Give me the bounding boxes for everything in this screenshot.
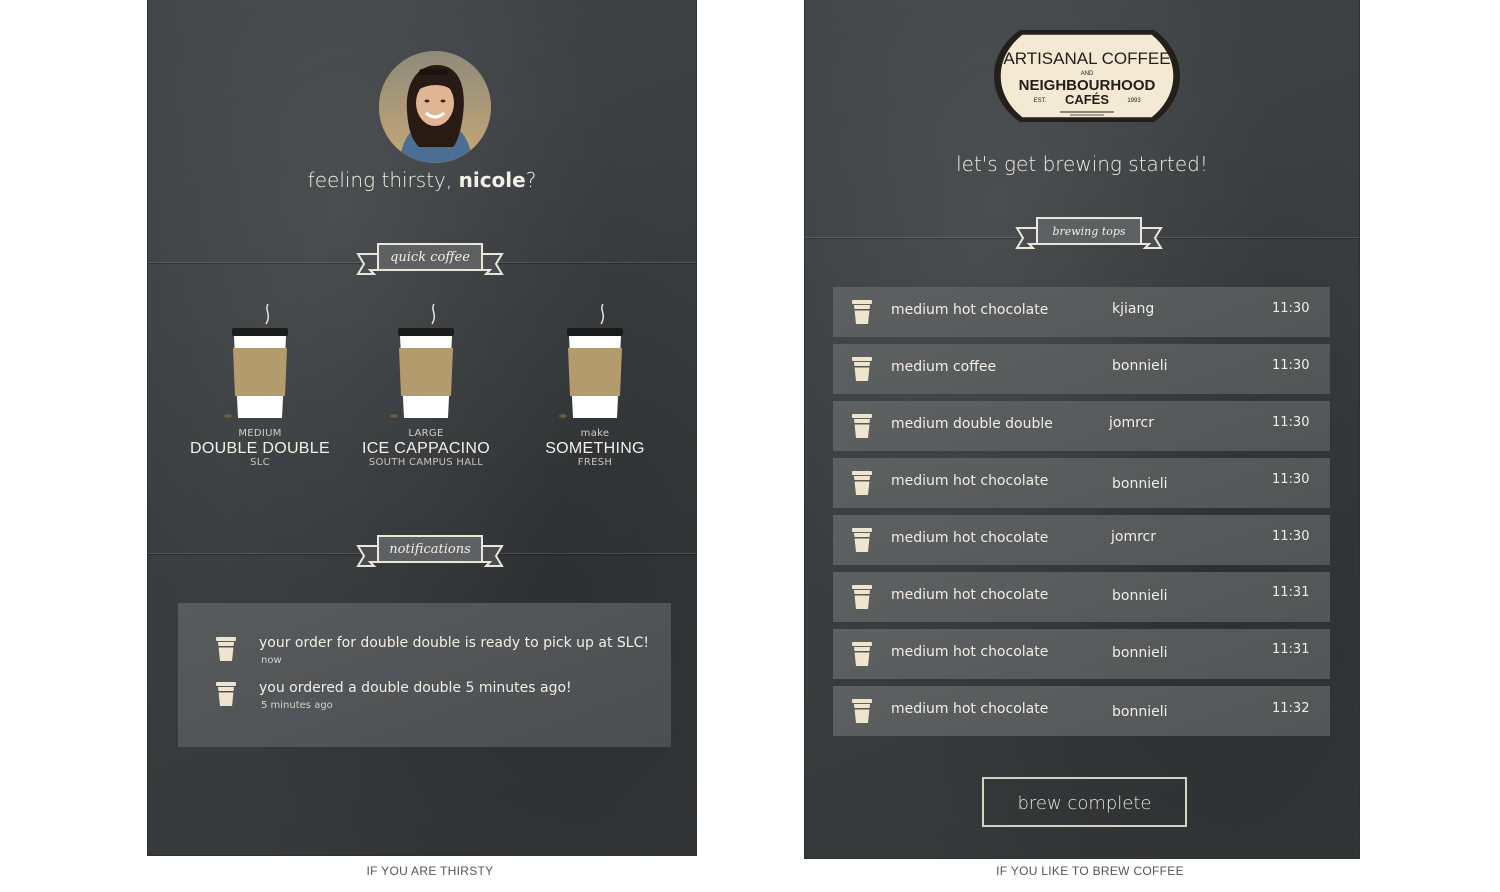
order-user: bonnieli [1112,704,1168,720]
order-item: medium double double [891,416,1053,432]
cafe-logo: ARTISANAL COFFEE AND NEIGHBOURHOOD EST. … [990,24,1184,128]
quick-coffee-banner: quick coffee [356,240,504,282]
greeting-suffix: ? [525,168,537,192]
cup-location: SLC [250,457,270,468]
banner-label: brewing tops [1052,225,1126,238]
order-user: kjiang [1112,301,1155,317]
steam-icon [265,303,270,325]
notification-text: you ordered a double double 5 minutes ag… [259,680,572,696]
notification-text: your order for double double is ready to… [259,635,649,651]
steam-icon [431,303,436,325]
order-row[interactable]: medium hot chocolate bonnieli 11:31 [833,572,1330,622]
order-item: medium hot chocolate [891,587,1049,603]
order-item: medium hot chocolate [891,473,1049,489]
coffee-cup-icon [390,303,454,418]
order-user: bonnieli [1112,358,1168,374]
order-row[interactable]: medium hot chocolate bonnieli 11:32 [833,686,1330,736]
svg-text:EST.: EST. [1034,98,1047,104]
notifications-panel: your order for double double is ready to… [178,603,671,747]
order-user: jomrcr [1111,529,1156,545]
avatar[interactable] [379,51,491,163]
coffee-cup-icon [852,300,872,324]
cup-name: DOUBLE DOUBLE [190,440,330,457]
logo-badge: ARTISANAL COFFEE AND NEIGHBOURHOOD EST. … [994,30,1180,122]
order-item: medium hot chocolate [891,644,1049,660]
coffee-cup-icon [852,585,872,609]
order-time: 11:31 [1272,642,1310,657]
notifications-banner: notifications [356,532,504,574]
svg-text:CAFÉS: CAFÉS [1065,92,1109,107]
brew-complete-button[interactable]: brew complete [982,777,1187,827]
quick-item-double-double[interactable]: MEDIUM DOUBLE DOUBLE SLC [180,300,340,468]
order-row[interactable]: medium hot chocolate jomrcr 11:30 [833,515,1330,565]
user-photo [379,51,491,163]
order-row[interactable]: medium hot chocolate bonnieli 11:31 [833,629,1330,679]
subtitle: let's get brewing started! [956,152,1208,176]
order-user: bonnieli [1112,645,1168,661]
banner-label: notifications [389,542,471,557]
coffee-cup-icon [224,303,288,418]
banner-label: quick coffee [390,250,470,265]
order-time: 11:30 [1272,529,1310,544]
order-time: 11:30 [1272,472,1310,487]
brew-screen: ARTISANAL COFFEE AND NEIGHBOURHOOD EST. … [805,0,1359,858]
order-time: 11:32 [1272,701,1310,716]
order-item: medium hot chocolate [891,302,1049,318]
order-row[interactable]: medium double double jomrcr 11:30 [833,401,1330,451]
coffee-cup-icon [852,699,872,723]
cup-size: LARGE [408,428,444,439]
coffee-cup-icon [216,637,236,661]
order-item: medium hot chocolate [891,701,1049,717]
cup-size: MEDIUM [238,428,282,439]
cup-name: ICE CAPPACINO [361,440,491,457]
order-time: 11:31 [1272,585,1310,600]
coffee-cup-icon [852,528,872,552]
order-time: 11:30 [1272,301,1310,316]
cup-location: SOUTH CAMPUS HALL [368,457,484,468]
notification-time: now [261,655,282,666]
user-name: nicole [458,168,526,192]
order-item: medium hot chocolate [891,530,1049,546]
greeting-prefix: feeling thirsty, [307,168,459,192]
caption-brew: IF YOU LIKE TO BREW COFFEE [996,864,1184,878]
order-time: 11:30 [1272,415,1310,430]
caption-thirsty: IF YOU ARE THIRSTY [366,864,494,878]
cup-location: FRESH [577,457,613,468]
greeting: feeling thirsty, nicole? [148,168,696,192]
svg-text:ARTISANAL COFFEE: ARTISANAL COFFEE [1003,49,1170,68]
order-row[interactable]: medium hot chocolate bonnieli 11:30 [833,458,1330,508]
cup-size: make [580,428,610,439]
cup-name: SOMETHING [545,440,645,457]
order-user: jomrcr [1109,415,1154,431]
thirsty-screen: feeling thirsty, nicole? quick coffee ME… [148,0,696,855]
brewing-banner: brewing tops [1015,214,1163,256]
coffee-cup-icon [852,414,872,438]
quick-item-something-fresh[interactable]: make SOMETHING FRESH [515,300,675,468]
order-row[interactable]: medium coffee bonnieli 11:30 [833,344,1330,394]
notification-time: 5 minutes ago [261,700,333,711]
svg-text:1993: 1993 [1127,98,1141,104]
coffee-cup-icon [216,682,236,706]
order-user: bonnieli [1112,588,1168,604]
steam-icon [600,303,605,325]
coffee-cup-icon [852,642,872,666]
order-user: bonnieli [1112,476,1168,492]
quick-item-ice-cappacino[interactable]: LARGE ICE CAPPACINO SOUTH CAMPUS HALL [346,300,506,468]
order-row[interactable]: medium hot chocolate kjiang 11:30 [833,287,1330,337]
coffee-cup-icon [852,471,872,495]
order-time: 11:30 [1272,358,1310,373]
coffee-cup-icon [852,357,872,381]
order-item: medium coffee [891,359,997,375]
coffee-cup-icon [559,303,623,418]
